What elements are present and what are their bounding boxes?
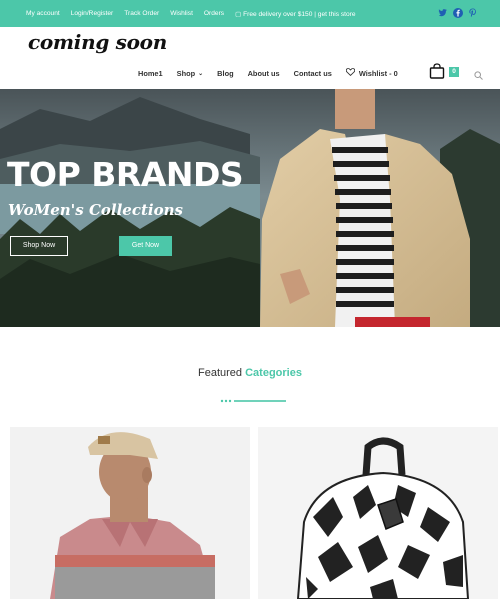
facebook-icon[interactable] (453, 8, 463, 18)
category-image-man (10, 427, 250, 599)
cart-count-badge: 0 (449, 67, 459, 77)
wishlist-link[interactable]: Wishlist (170, 10, 193, 18)
track-order-link[interactable]: Track Order (124, 10, 159, 18)
get-now-button[interactable]: Get Now (119, 236, 172, 256)
category-card-bags[interactable] (258, 427, 498, 599)
main-nav: Home1 Shop ⌄ Blog About us Contact us Wis… (138, 68, 412, 78)
wishlist-label: Wishlist - 0 (358, 68, 398, 78)
nav-about[interactable]: About us (248, 69, 280, 78)
nav-shop[interactable]: Shop ⌄ (177, 69, 204, 78)
featured-prefix: Featured (198, 367, 243, 379)
nav-blog[interactable]: Blog (217, 69, 233, 78)
section-divider (220, 390, 286, 403)
hero-title: TOP BRANDS (7, 155, 244, 194)
nav-wishlist[interactable]: Wishlist - 0 (345, 68, 398, 78)
featured-heading: Featured Categories (0, 367, 500, 379)
nav-home[interactable]: Home1 (138, 69, 163, 78)
category-image-backpack (258, 427, 498, 599)
chevron-down-icon: ⌄ (198, 70, 204, 77)
social-links (438, 8, 478, 18)
site-header: coming soon Home1 Shop ⌄ Blog About us Co… (0, 27, 500, 89)
top-bar: My account Login/Register Track Order Wi… (0, 0, 500, 27)
hero-banner: TOP BRANDS WoMen's Collections Shop Now … (0, 89, 500, 327)
twitter-icon[interactable] (438, 8, 448, 18)
cart-icon[interactable] (429, 63, 445, 79)
login-register-link[interactable]: Login/Register (71, 10, 114, 18)
category-card-men[interactable] (10, 427, 250, 599)
top-links: My account Login/Register Track Order Wi… (26, 10, 356, 18)
nav-contact[interactable]: Contact us (294, 69, 332, 78)
delivery-box-icon: ▢ (235, 11, 244, 18)
site-logo[interactable]: coming soon (28, 30, 167, 54)
heart-icon (345, 68, 355, 78)
my-account-link[interactable]: My account (26, 10, 60, 18)
orders-link[interactable]: Orders (204, 10, 224, 18)
pinterest-icon[interactable] (468, 8, 478, 18)
hero-subtitle: WoMen's Collections (8, 201, 183, 219)
featured-accent: Categories (245, 367, 302, 379)
shop-now-button[interactable]: Shop Now (10, 236, 68, 256)
free-delivery-notice: ▢ Free delivery over $150 | get this sto… (235, 11, 356, 18)
search-icon[interactable] (474, 67, 483, 80)
nav-shop-label: Shop (176, 68, 196, 78)
